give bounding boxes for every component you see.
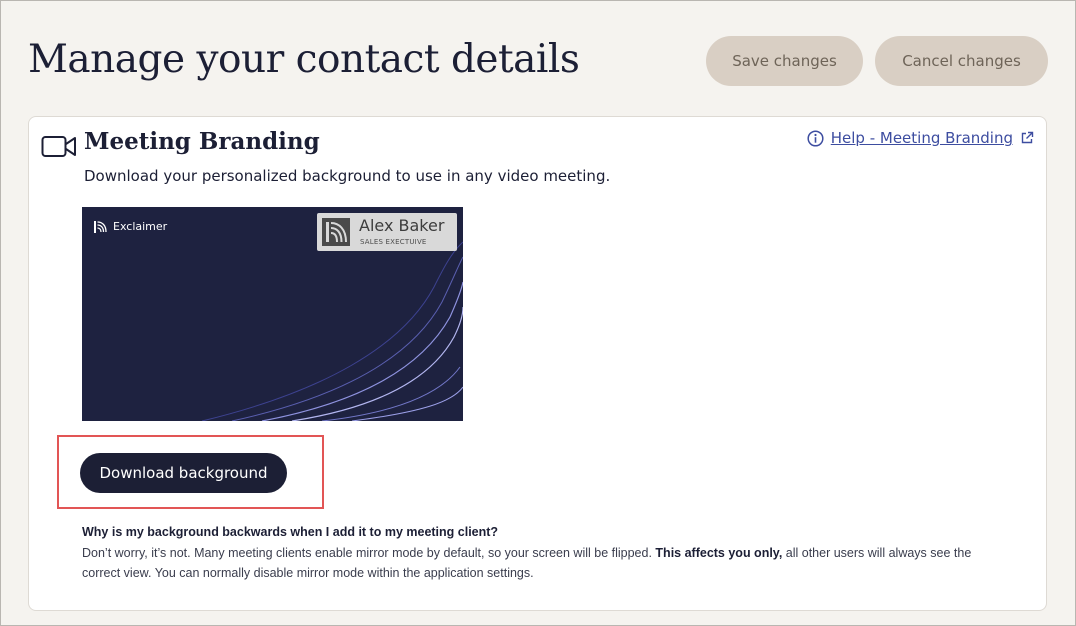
cancel-changes-button[interactable]: Cancel changes (875, 36, 1048, 86)
card-subtitle: Download your personalized background to… (84, 167, 611, 185)
save-changes-button[interactable]: Save changes (706, 36, 863, 86)
help-link[interactable]: Help - Meeting Branding (807, 129, 1034, 147)
preview-brand-text: Exclaimer (113, 220, 168, 233)
background-preview-image: Exclaimer Alex Baker SALES EXECTUIVE (82, 207, 463, 421)
faq-answer: Don’t worry, it’s not. Many meeting clie… (82, 543, 1012, 583)
faq-answer-emphasis: This affects you only, (655, 546, 783, 560)
faq-section: Why is my background backwards when I ad… (82, 525, 1012, 583)
preview-role: SALES EXECTUIVE (360, 238, 427, 246)
info-icon (807, 129, 824, 147)
faq-question: Why is my background backwards when I ad… (82, 525, 499, 539)
meeting-branding-card: Meeting Branding Help - Meeting Branding… (28, 116, 1047, 611)
exclaimer-logo-icon (94, 220, 107, 233)
preview-name: Alex Baker (359, 216, 445, 235)
download-background-button[interactable]: Download background (80, 453, 287, 493)
help-link-label[interactable]: Help - Meeting Branding (831, 129, 1013, 147)
video-camera-icon (41, 136, 76, 157)
exclaimer-logo: Exclaimer (94, 220, 167, 233)
external-link-icon (1021, 131, 1034, 144)
brand-mark-icon (322, 218, 350, 246)
card-title: Meeting Branding (84, 128, 320, 155)
faq-answer-text: Don’t worry, it’s not. Many meeting clie… (82, 546, 656, 560)
page-title: Manage your contact details (28, 37, 580, 82)
name-card: Alex Baker SALES EXECTUIVE (317, 213, 457, 251)
